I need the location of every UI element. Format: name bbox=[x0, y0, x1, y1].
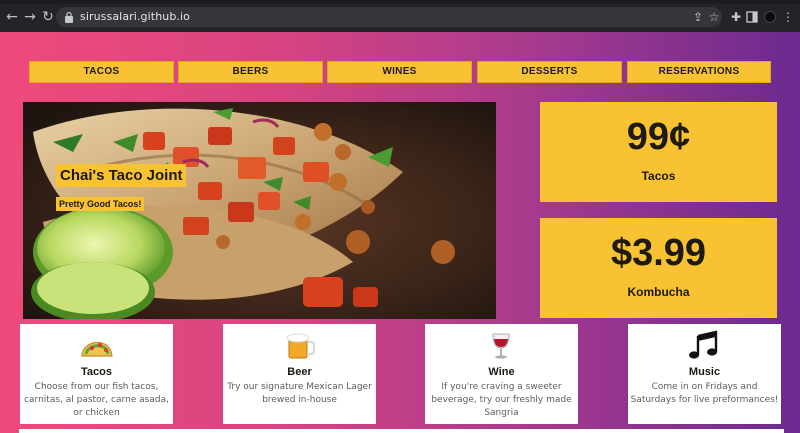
price-label: Kombucha bbox=[627, 285, 690, 299]
price-amount: 99¢ bbox=[626, 116, 691, 158]
card-music: Music Come in on Fridays and Saturdays f… bbox=[628, 324, 781, 424]
music-notes-icon bbox=[689, 330, 718, 359]
arrow-right-icon: → bbox=[24, 9, 36, 25]
nav-desserts[interactable]: DESSERTS bbox=[477, 61, 622, 83]
hero-title: Chai's Taco Joint bbox=[56, 164, 187, 187]
beer-mug-icon bbox=[286, 333, 316, 359]
card-description: Come in on Fridays and Saturdays for liv… bbox=[630, 382, 779, 405]
side-panel-icon bbox=[746, 11, 758, 23]
profile-avatar[interactable] bbox=[764, 11, 776, 23]
price-label: Tacos bbox=[641, 169, 676, 183]
address-bar[interactable]: sirussalari.github.io bbox=[56, 7, 722, 27]
price-amount: $3.99 bbox=[610, 232, 707, 274]
card-title: Tacos bbox=[81, 366, 112, 378]
card-beer: Beer Try our signature Mexican Lager bre… bbox=[223, 324, 376, 424]
menu-button[interactable]: ⋮ bbox=[780, 9, 796, 25]
side-panel-button[interactable] bbox=[744, 9, 760, 25]
price-box-kombucha: $3.99 Kombucha bbox=[540, 218, 777, 318]
taco-icon bbox=[81, 341, 113, 357]
card-title: Beer bbox=[287, 366, 312, 378]
reload-icon: ↻ bbox=[42, 9, 54, 25]
card-wine: Wine If you're craving a sweeter beverag… bbox=[425, 324, 578, 424]
extensions-button[interactable]: ✚ bbox=[728, 9, 744, 25]
star-icon: ☆ bbox=[708, 10, 720, 24]
url-text: sirussalari.github.io bbox=[80, 10, 191, 23]
lock-icon bbox=[65, 11, 73, 23]
arrow-left-icon: ← bbox=[6, 9, 18, 25]
nav-tacos[interactable]: TACOS bbox=[29, 61, 174, 83]
nav-beers[interactable]: BEERS bbox=[178, 61, 323, 83]
kebab-menu-icon: ⋮ bbox=[782, 10, 794, 24]
share-icon: ⇪ bbox=[692, 10, 704, 24]
reload-button[interactable]: ↻ bbox=[40, 9, 56, 25]
next-section-edge bbox=[19, 429, 784, 433]
nav-reservations[interactable]: RESERVATIONS bbox=[627, 61, 771, 83]
wine-glass-icon bbox=[492, 333, 510, 359]
forward-button[interactable]: → bbox=[22, 9, 38, 25]
card-title: Music bbox=[688, 366, 721, 378]
browser-toolbar: ← → ↻ sirussalari.github.io ⇪ ☆ ✚ ⋮ bbox=[0, 0, 800, 32]
card-tacos: Tacos Choose from our fish tacos, carnit… bbox=[20, 324, 173, 424]
tab-strip bbox=[0, 0, 800, 4]
nav-wines[interactable]: WINES bbox=[327, 61, 472, 83]
puzzle-icon: ✚ bbox=[730, 10, 742, 24]
price-box-tacos: 99¢ Tacos bbox=[540, 102, 777, 202]
card-description: If you're craving a sweeter beverage, tr… bbox=[431, 382, 572, 418]
card-description: Choose from our fish tacos, carnitas, al… bbox=[24, 382, 169, 418]
share-button[interactable]: ⇪ bbox=[690, 9, 706, 25]
card-description: Try our signature Mexican Lager brewed i… bbox=[227, 382, 372, 405]
bookmark-button[interactable]: ☆ bbox=[706, 9, 722, 25]
hero-subtitle: Pretty Good Tacos! bbox=[56, 197, 145, 211]
back-button[interactable]: ← bbox=[4, 9, 20, 25]
card-title: Wine bbox=[488, 366, 515, 378]
page-content: TACOS BEERS WINES DESSERTS RESERVATIONS bbox=[0, 32, 800, 433]
